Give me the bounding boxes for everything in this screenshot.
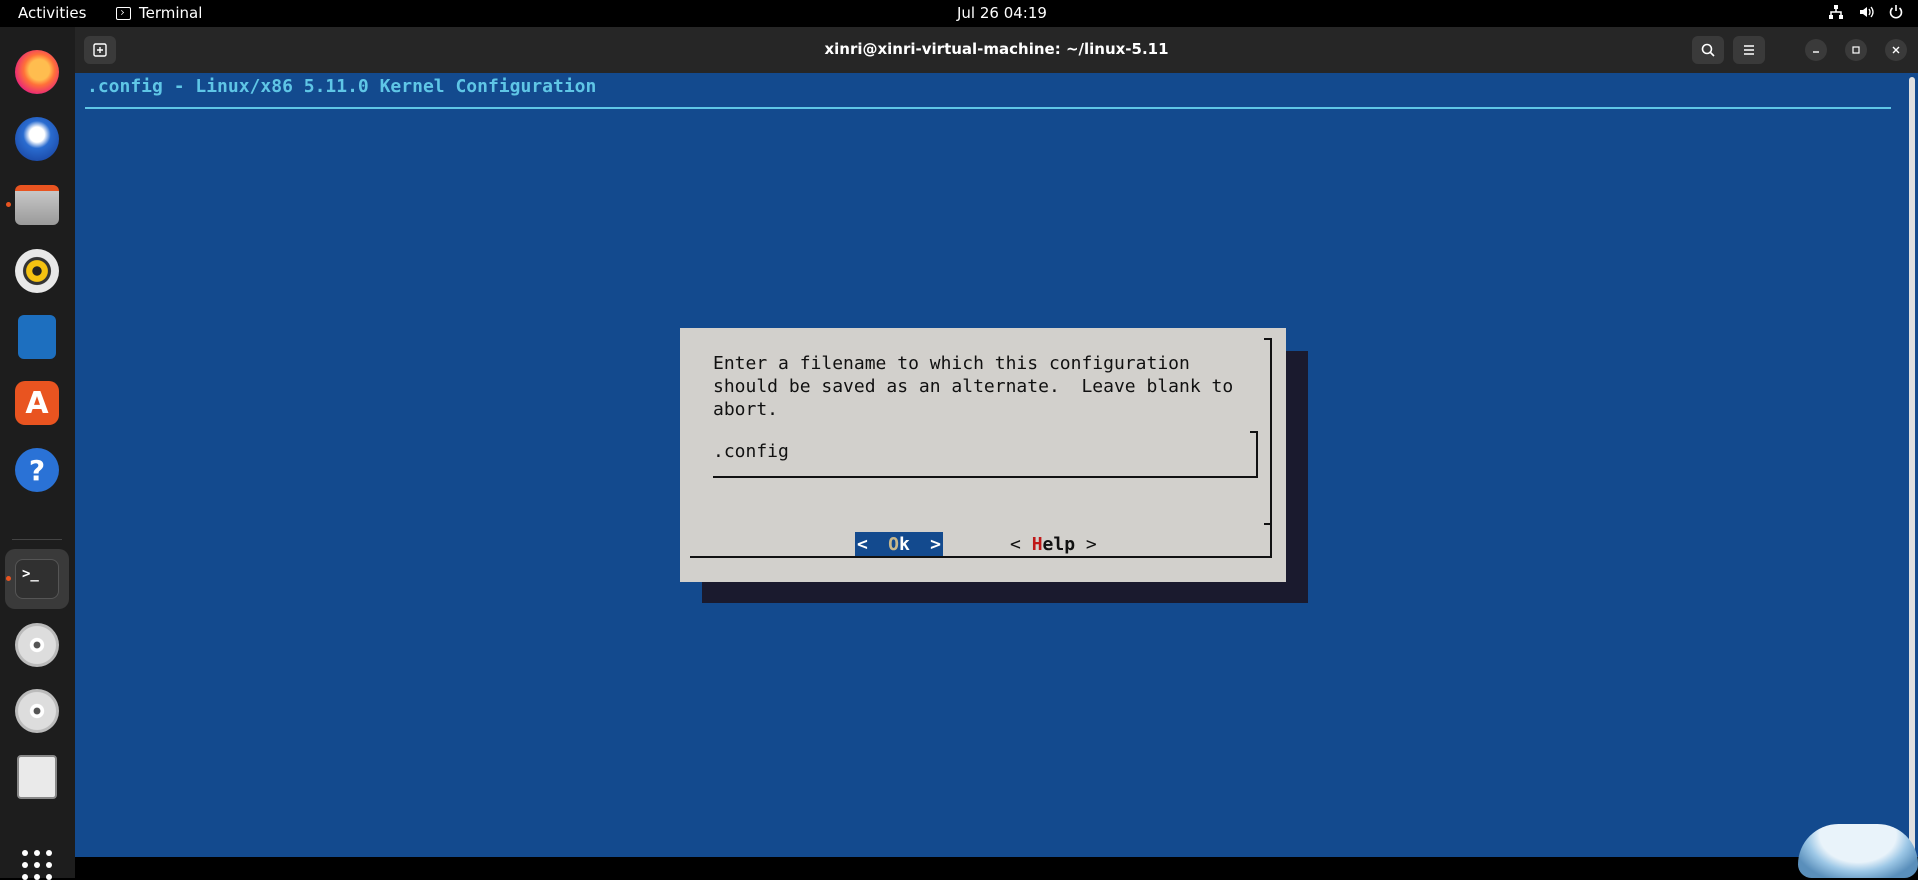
volume-icon[interactable] <box>1858 4 1874 24</box>
power-icon[interactable] <box>1888 4 1904 24</box>
close-button[interactable] <box>1885 39 1907 61</box>
dock-help[interactable]: ? <box>12 445 62 495</box>
header-divider <box>85 107 1891 109</box>
floppy-icon <box>17 755 57 799</box>
thunderbird-icon <box>15 117 59 161</box>
dock-floppy[interactable] <box>12 752 62 802</box>
dock-disc-1[interactable] <box>12 620 62 670</box>
terminal-scrollbar[interactable] <box>1906 73 1918 857</box>
terminal-icon: >_ <box>15 559 59 599</box>
system-tray[interactable] <box>1828 4 1904 24</box>
network-icon[interactable] <box>1828 4 1844 24</box>
dock-separator <box>12 539 62 540</box>
activities-button[interactable]: Activities <box>18 4 86 22</box>
terminal-screen[interactable]: .config - Linux/x86 5.11.0 Kernel Config… <box>75 73 1906 857</box>
clock[interactable]: Jul 26 04:19 <box>957 4 1047 22</box>
dock-disc-2[interactable] <box>12 686 62 736</box>
running-indicator <box>6 576 11 581</box>
writer-icon <box>18 315 56 359</box>
app-menu[interactable]: Terminal <box>116 4 202 22</box>
help-icon: ? <box>15 448 59 492</box>
filename-input[interactable]: .config <box>713 431 1258 478</box>
maximize-button[interactable] <box>1845 39 1867 61</box>
desktop-bowl-decoration <box>1798 824 1918 878</box>
terminal-app-icon <box>116 6 131 20</box>
app-center-icon: A <box>15 381 59 425</box>
help-hotkey: H <box>1031 533 1043 555</box>
window-title: xinri@xinri-virtual-machine: ~/linux-5.1… <box>824 40 1169 58</box>
scrollbar-thumb[interactable] <box>1909 77 1915 853</box>
terminal-window: xinri@xinri-virtual-machine: ~/linux-5.1… <box>75 27 1918 878</box>
disc-icon <box>15 623 59 667</box>
running-indicator <box>6 202 11 207</box>
firefox-icon <box>15 50 59 94</box>
app-name: Terminal <box>139 4 203 22</box>
dock-files[interactable] <box>6 180 62 230</box>
disc-icon <box>15 689 59 733</box>
dialog-message: Enter a filename to which this configura… <box>713 353 1234 420</box>
menuconfig-header: .config - Linux/x86 5.11.0 Kernel Config… <box>87 76 597 97</box>
show-apps-icon[interactable] <box>22 850 52 880</box>
title-bar[interactable]: xinri@xinri-virtual-machine: ~/linux-5.1… <box>75 27 1918 73</box>
dock: A ? >_ <box>0 27 75 880</box>
save-config-dialog: Enter a filename to which this configura… <box>680 328 1286 582</box>
menu-button[interactable] <box>1733 36 1765 64</box>
dock-thunderbird[interactable] <box>12 114 62 164</box>
rhythmbox-icon <box>15 249 59 293</box>
files-icon <box>15 185 59 225</box>
dock-app-center[interactable]: A <box>12 378 62 428</box>
help-button[interactable]: < Help > <box>1010 532 1097 556</box>
dock-writer[interactable] <box>12 312 62 362</box>
ok-hotkey: O <box>888 533 899 555</box>
top-bar: Activities Terminal Jul 26 04:19 <box>0 0 1918 27</box>
search-button[interactable] <box>1692 36 1724 64</box>
dock-firefox[interactable] <box>12 47 62 97</box>
minimize-button[interactable] <box>1805 39 1827 61</box>
ok-button[interactable]: < Ok > <box>855 532 943 556</box>
dock-rhythmbox[interactable] <box>12 246 62 296</box>
dock-terminal[interactable]: >_ <box>6 554 62 604</box>
